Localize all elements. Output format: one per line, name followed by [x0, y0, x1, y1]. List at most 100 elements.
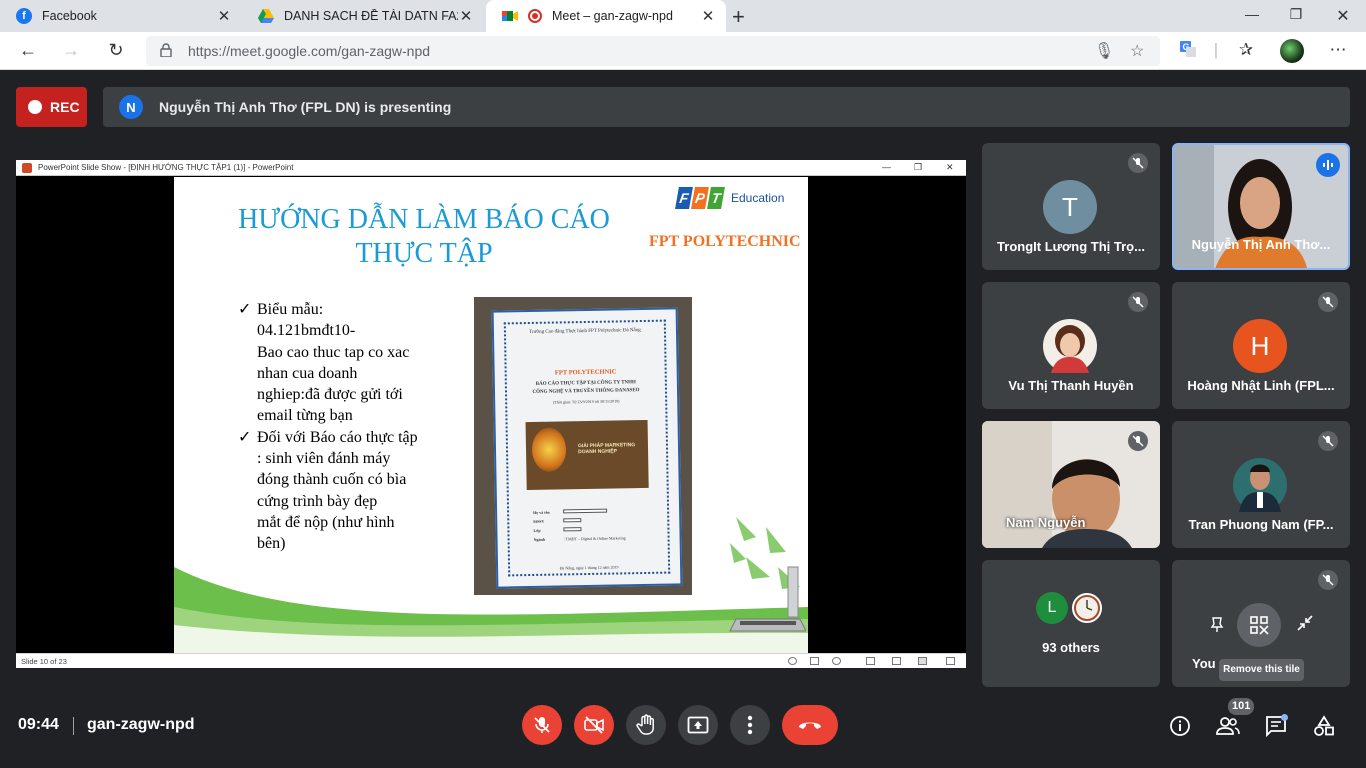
avatar: T	[1043, 180, 1097, 234]
microphone-toggle-button[interactable]	[522, 705, 562, 745]
bullet-line: Biểu mẫu:	[257, 301, 324, 318]
report-cover: Trường Cao đẳng Thực hành FPT Polytechni…	[491, 307, 683, 589]
avatar: H	[1233, 319, 1287, 373]
ppt-window-titlebar: PowerPoint Slide Show - [ĐỊNH HƯỚNG THỰC…	[16, 160, 966, 176]
divider	[73, 717, 74, 735]
mic-off-icon	[1128, 153, 1148, 173]
ppt-minimize-icon: —	[882, 162, 891, 172]
minimize-tile-icon[interactable]	[1294, 612, 1316, 634]
close-icon[interactable]: ✕	[458, 7, 474, 25]
cover-field-line	[563, 508, 608, 514]
fpt-polytechnic-brand: FPT POLYTECHNIC	[649, 233, 801, 250]
pin-icon[interactable]	[1206, 614, 1228, 636]
participant-tile[interactable]: H Hoàng Nhật Linh (FPL...	[1172, 282, 1350, 409]
new-tab-icon[interactable]: +	[732, 4, 745, 30]
participant-tile[interactable]: T TrongIt Lương Thị Trọ...	[982, 143, 1160, 270]
ppt-restore-icon: ❐	[914, 162, 923, 172]
bullet-line: Bao cao thuc tap co xac	[257, 343, 410, 361]
microphone-icon[interactable]: 🎙	[1094, 41, 1114, 61]
slide: HƯỚNG DẪN LÀM BÁO CÁO THỰC TẬP F P T Edu…	[174, 177, 808, 653]
forward-icon[interactable]: →	[59, 40, 83, 61]
participant-tile[interactable]: Vu Thị Thanh Huyền	[982, 282, 1160, 409]
close-icon[interactable]: ✕	[216, 7, 232, 25]
restore-icon[interactable]: ❐	[1286, 6, 1306, 23]
translate-icon[interactable]: G	[1176, 40, 1200, 63]
profile-avatar[interactable]	[1280, 39, 1304, 68]
remove-tile-icon	[1250, 616, 1269, 635]
participant-tile-speaking[interactable]: Nguyễn Thị Anh Thơ...	[1172, 143, 1350, 270]
browser-tab-bar: f Facebook ✕ DANH SACH ĐỀ TÀI DATN FA21.…	[0, 0, 1366, 32]
ppt-sorter-view-icon	[892, 657, 901, 665]
check-icon: ✓	[238, 428, 252, 446]
avatar	[1233, 458, 1287, 512]
fpt-education-logo: F P T Education	[675, 187, 784, 209]
meeting-details-button[interactable]	[1168, 714, 1192, 738]
bullet-line: cứng trình bày đẹp	[257, 492, 378, 510]
slide-title-line2: THỰC TẬP	[355, 238, 493, 269]
avatar: L	[1036, 592, 1068, 624]
url-text: https://meet.google.com/gan-zagw-npd	[188, 43, 431, 59]
raise-hand-button[interactable]	[626, 705, 666, 745]
cover-major-value: : TMĐT – Digital & Online Marketing	[563, 535, 626, 542]
cover-field-line	[563, 527, 582, 532]
bullet-line: nhan cua doanh	[257, 364, 358, 382]
close-icon[interactable]: ✕	[700, 7, 716, 25]
check-icon: ✓	[238, 301, 252, 318]
facebook-icon: f	[16, 8, 32, 24]
tab-meet[interactable]: Meet – gan-zagw-npd ✕	[486, 0, 726, 32]
others-tile[interactable]: L 93 others	[982, 560, 1160, 687]
favorite-add-icon[interactable]: ☆	[1130, 41, 1144, 61]
more-menu-icon[interactable]: ⋯	[1326, 40, 1350, 60]
minimize-icon[interactable]: —	[1242, 6, 1262, 22]
laptop-illustration	[729, 517, 806, 632]
tab-drive-sheet[interactable]: DANH SACH ĐỀ TÀI DATN FA21.xl ✕	[242, 0, 484, 32]
remove-tile-button[interactable]	[1237, 603, 1281, 647]
hand-icon	[636, 714, 654, 735]
cover-field-line	[563, 518, 582, 523]
powerpoint-icon	[22, 162, 32, 173]
back-icon[interactable]: ←	[16, 40, 40, 61]
others-count: 93 others	[1042, 640, 1100, 655]
participant-name: Hoàng Nhật Linh (FPL...	[1187, 378, 1335, 393]
window-close-icon[interactable]: ✕	[1333, 6, 1353, 26]
more-options-button[interactable]	[730, 705, 770, 745]
ppt-slideshow-view-icon	[946, 657, 955, 665]
cover-banner-text: GIẢI PHÁP MARKETING DOANH NGHIỆP	[577, 442, 636, 456]
address-bar[interactable]: https://meet.google.com/gan-zagw-npd 🎙 ☆	[146, 36, 1160, 66]
toolbar-divider: |	[1213, 40, 1219, 59]
ppt-next-icon	[832, 657, 841, 665]
slide-title-line1: HƯỚNG DẪN LÀM BÁO CÁO	[238, 204, 610, 235]
cover-field-major: Ngành	[533, 536, 545, 542]
ppt-window-title: PowerPoint Slide Show - [ĐỊNH HƯỚNG THỰC…	[38, 163, 294, 172]
tab-facebook[interactable]: f Facebook ✕	[0, 0, 242, 32]
bullet-line: đóng thành cuốn có bìa	[257, 471, 407, 489]
recording-badge[interactable]: REC	[16, 87, 87, 127]
ppt-close-icon: ✕	[946, 162, 954, 172]
cover-banner-image: GIẢI PHÁP MARKETING DOANH NGHIỆP	[525, 419, 649, 491]
participant-tile[interactable]: Tran Phuong Nam (FP...	[1172, 421, 1350, 548]
lightbulb-icon	[531, 427, 567, 472]
bullet-line: Đối với Báo cáo thực tập	[257, 428, 418, 446]
ppt-menu-icon	[810, 657, 819, 665]
logo-letter-f: F	[675, 187, 693, 209]
presenting-banner: N Nguyễn Thị Anh Thơ (FPL DN) is present…	[103, 87, 1350, 127]
mic-off-icon	[534, 717, 550, 733]
camera-toggle-button[interactable]	[574, 705, 614, 745]
present-screen-button[interactable]	[678, 705, 718, 745]
chat-button[interactable]	[1264, 714, 1288, 738]
bullet-item: ✓ Biểu mẫu: 04.121bmđt10- Bao cao thuc t…	[238, 299, 448, 427]
google-meet-icon	[502, 8, 518, 24]
address-toolbar: ← → ↻ https://meet.google.com/gan-zagw-n…	[0, 32, 1366, 70]
participants-button[interactable]	[1216, 714, 1240, 738]
participant-name: Nguyễn Thị Anh Thơ...	[1191, 237, 1331, 252]
favorites-icon[interactable]: ✰	[1234, 40, 1258, 60]
google-drive-icon	[258, 8, 274, 24]
reload-icon[interactable]: ↻	[104, 40, 128, 61]
activities-button[interactable]	[1312, 714, 1336, 738]
participant-tile[interactable]: Nam Nguyễn	[982, 421, 1160, 548]
leave-call-button[interactable]	[782, 705, 838, 745]
mic-off-icon	[1128, 431, 1148, 451]
bullet-item: ✓ Đối với Báo cáo thực tập : sinh viên đ…	[238, 427, 448, 555]
lock-icon	[160, 43, 172, 57]
ppt-prev-icon	[788, 657, 797, 665]
